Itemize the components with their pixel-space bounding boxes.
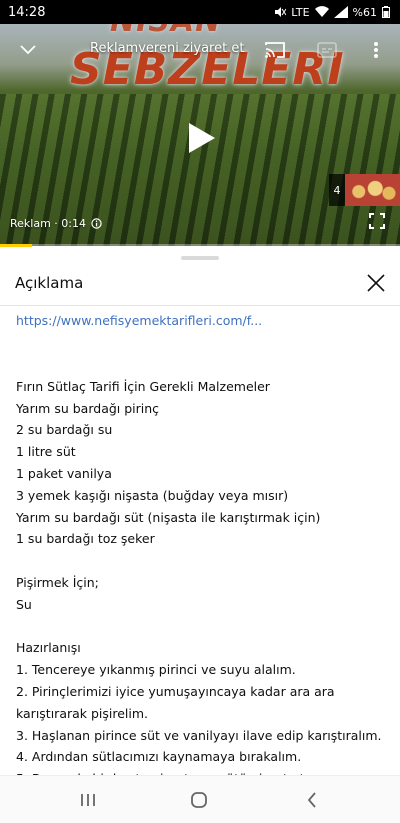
description-line: Su: [16, 596, 32, 612]
home-button[interactable]: [187, 788, 211, 812]
recents-button[interactable]: [76, 788, 100, 812]
description-line: 2. Pirinçlerimizi iyice yumuşayıncaya ka…: [16, 683, 335, 699]
description-line: Fırın Sütlaç Tarifi İçin Gerekli Malzeme…: [16, 378, 270, 394]
thumbnail-image: [345, 174, 400, 206]
description-blank-line: [16, 550, 391, 572]
wifi-icon: [314, 6, 329, 18]
description-line: 3. Haşlanan pirince süt ve vanilyayı ila…: [16, 727, 382, 743]
back-icon: [307, 792, 316, 808]
description-line: Yarım su bardağı süt (nişasta ile karışt…: [16, 509, 321, 525]
description-line: Pişirmek İçin;: [16, 574, 99, 590]
more-vert-icon: [374, 42, 378, 58]
queue-count: 4: [329, 174, 345, 206]
status-bar: 14:28 LTE %61: [0, 0, 400, 24]
ad-info: Reklam · 0:14: [10, 217, 102, 230]
play-button[interactable]: [180, 116, 224, 160]
signal-icon: [333, 6, 348, 18]
description-line: 4. Ardından sütlacımızı kaynamaya bıraka…: [16, 749, 302, 765]
mute-icon: [275, 7, 287, 17]
description-line: 1 paket vanilya: [16, 465, 112, 481]
description-line: Hazırlanışı: [16, 640, 81, 656]
description-line: 3 yemek kaşığı nişasta (buğday veya mısı…: [16, 487, 289, 503]
description-line: karıştırarak pişirelim.: [16, 705, 149, 721]
captions-icon: [317, 42, 337, 58]
description-line: 5. Bu arada bir kapta nişasta ve sütü ni…: [16, 768, 391, 775]
next-video-thumbnail[interactable]: 4: [329, 174, 400, 206]
collapse-button[interactable]: [16, 38, 40, 62]
battery-icon: [382, 6, 390, 18]
description-blank-line: [16, 616, 391, 638]
status-time: 14:28: [8, 4, 46, 20]
back-button[interactable]: [300, 788, 324, 812]
cast-button[interactable]: [263, 38, 287, 62]
description-text: Fırın Sütlaç Tarifi İçin Gerekli Malzeme…: [16, 354, 391, 775]
drag-handle[interactable]: [181, 256, 219, 260]
info-icon[interactable]: [91, 218, 102, 229]
play-icon: [189, 123, 215, 153]
video-player[interactable]: NISAN SEBZELERI Reklamvereni ziyaret et …: [0, 24, 400, 246]
fullscreen-icon: [369, 213, 385, 229]
captions-button[interactable]: [315, 38, 339, 62]
recents-icon: [81, 794, 95, 806]
recipe-link[interactable]: https://www.nefisyemektarifleri.com/f...: [16, 313, 262, 328]
description-panel: Açıklama https://www.nefisyemektarifleri…: [0, 247, 400, 775]
visit-advertiser-link[interactable]: Reklamvereni ziyaret et: [90, 41, 244, 56]
close-button[interactable]: [364, 271, 388, 295]
system-nav-bar: [0, 775, 400, 823]
panel-title: Açıklama: [15, 274, 84, 292]
close-icon: [367, 274, 385, 292]
description-line: 1 su bardağı toz şeker: [16, 531, 155, 547]
panel-divider: [0, 305, 400, 306]
description-line: 1. Tencereye yıkanmış pirinci ve suyu al…: [16, 662, 296, 678]
description-line: 2 su bardağı su: [16, 422, 113, 438]
ad-label: Reklam · 0:14: [10, 217, 86, 230]
network-type: LTE: [291, 5, 310, 19]
battery-level: %61: [352, 5, 377, 19]
more-options-button[interactable]: [366, 38, 386, 62]
status-icons: LTE %61: [274, 6, 390, 19]
description-line: 1 litre süt: [16, 444, 76, 460]
description-blank-line: [16, 354, 391, 376]
chevron-down-icon: [20, 45, 36, 55]
description-line: Yarım su bardağı pirinç: [16, 400, 160, 416]
home-icon: [191, 792, 207, 808]
cast-icon: [265, 42, 285, 58]
fullscreen-button[interactable]: [365, 209, 389, 233]
